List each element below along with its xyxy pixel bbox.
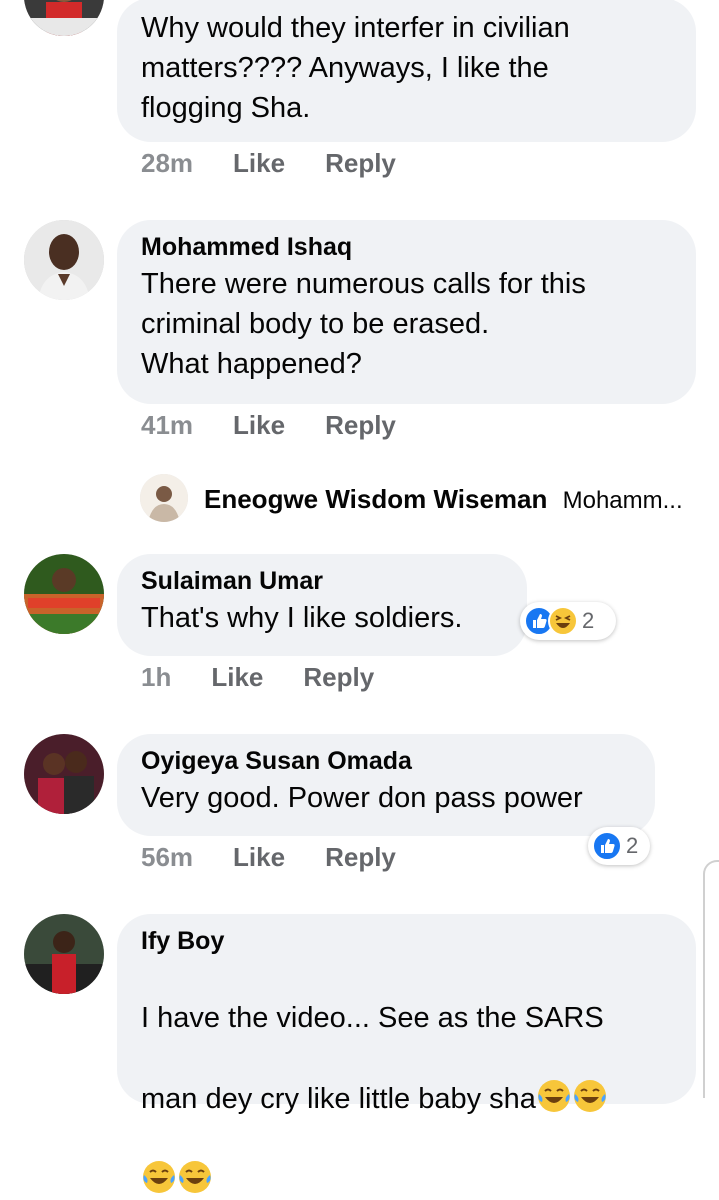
comment-3-reply-button[interactable]: Reply bbox=[303, 662, 374, 693]
comment-4-reactions[interactable]: 2 bbox=[588, 827, 650, 865]
comment-2-avatar[interactable] bbox=[24, 220, 104, 300]
comment-5-text-line1: I have the video... See as the SARS bbox=[141, 1002, 604, 1034]
reply-preview-avatar[interactable] bbox=[140, 474, 188, 522]
comment-4-author[interactable]: Oyigeya Susan Omada bbox=[141, 744, 631, 778]
comment-1-avatar[interactable] bbox=[24, 0, 104, 36]
comment-2-reply-button[interactable]: Reply bbox=[325, 410, 396, 441]
comment-5-text: I have the video... See as the SARS man … bbox=[141, 958, 672, 1200]
comment-1-like-button[interactable]: Like bbox=[233, 148, 285, 179]
comment-4-time: 56m bbox=[141, 841, 194, 872]
comment-3-avatar[interactable] bbox=[24, 554, 104, 634]
laugh-icon bbox=[548, 606, 578, 636]
laughing-tears-emoji bbox=[179, 1161, 211, 1193]
reply-preview-text: Mohamm... bbox=[562, 487, 683, 514]
comment-5-text-line2: man dey cry like little baby sha bbox=[141, 1083, 536, 1115]
comment-3-reactions[interactable]: 2 bbox=[520, 602, 616, 640]
comment-1-text: Why would they interfer in civilian matt… bbox=[141, 12, 570, 124]
reply-preview-author: Eneogwe Wisdom Wiseman bbox=[204, 484, 548, 514]
comment-1-actions: 28m Like Reply bbox=[141, 146, 396, 180]
comment-2-text: There were numerous calls for this crimi… bbox=[141, 268, 586, 380]
comment-4-avatar[interactable] bbox=[24, 734, 104, 814]
comment-3-reaction-count: 2 bbox=[582, 608, 595, 633]
comment-4-actions: 56m Like Reply bbox=[141, 840, 396, 874]
scroll-edge bbox=[703, 860, 719, 1098]
comment-3-text: That's why I like soldiers. bbox=[141, 602, 463, 634]
comment-2-author[interactable]: Mohammed Ishaq bbox=[141, 230, 672, 264]
comment-4-like-button[interactable]: Like bbox=[233, 842, 285, 873]
reply-preview[interactable]: Eneogwe Wisdom Wiseman Mohamm... bbox=[204, 482, 683, 518]
comment-4-bubble: Oyigeya Susan Omada Very good. Power don… bbox=[117, 734, 655, 836]
comment-1-time: 28m bbox=[141, 147, 194, 178]
comment-2-time: 41m bbox=[141, 409, 194, 440]
comment-3-time: 1h bbox=[141, 661, 172, 692]
laughing-tears-emoji bbox=[573, 1080, 606, 1112]
comment-1-bubble: Why would they interfer in civilian matt… bbox=[117, 0, 696, 142]
comment-2-like-button[interactable]: Like bbox=[233, 410, 285, 441]
comment-2-actions: 41m Like Reply bbox=[141, 408, 396, 442]
laughing-tears-emoji bbox=[143, 1161, 175, 1193]
comment-5-bubble: Ify Boy I have the video... See as the S… bbox=[117, 914, 696, 1193]
comment-5-avatar[interactable] bbox=[24, 914, 104, 994]
comment-3-bubble: Sulaiman Umar That's why I like soldiers… bbox=[117, 554, 527, 656]
comment-2-bubble: Mohammed Ishaq There were numerous calls… bbox=[117, 220, 696, 404]
comment-3-actions: 1h Like Reply bbox=[141, 660, 374, 694]
comment-3-like-button[interactable]: Like bbox=[211, 662, 263, 693]
comment-4-text: Very good. Power don pass power bbox=[141, 782, 583, 814]
comment-4-reaction-count: 2 bbox=[626, 833, 639, 858]
comment-4-reply-button[interactable]: Reply bbox=[325, 842, 396, 873]
laughing-tears-emoji bbox=[537, 1080, 570, 1112]
comment-3-author[interactable]: Sulaiman Umar bbox=[141, 564, 503, 598]
like-icon bbox=[592, 831, 622, 861]
comment-1-reply-button[interactable]: Reply bbox=[325, 148, 396, 179]
comment-5-author[interactable]: Ify Boy bbox=[141, 924, 672, 958]
